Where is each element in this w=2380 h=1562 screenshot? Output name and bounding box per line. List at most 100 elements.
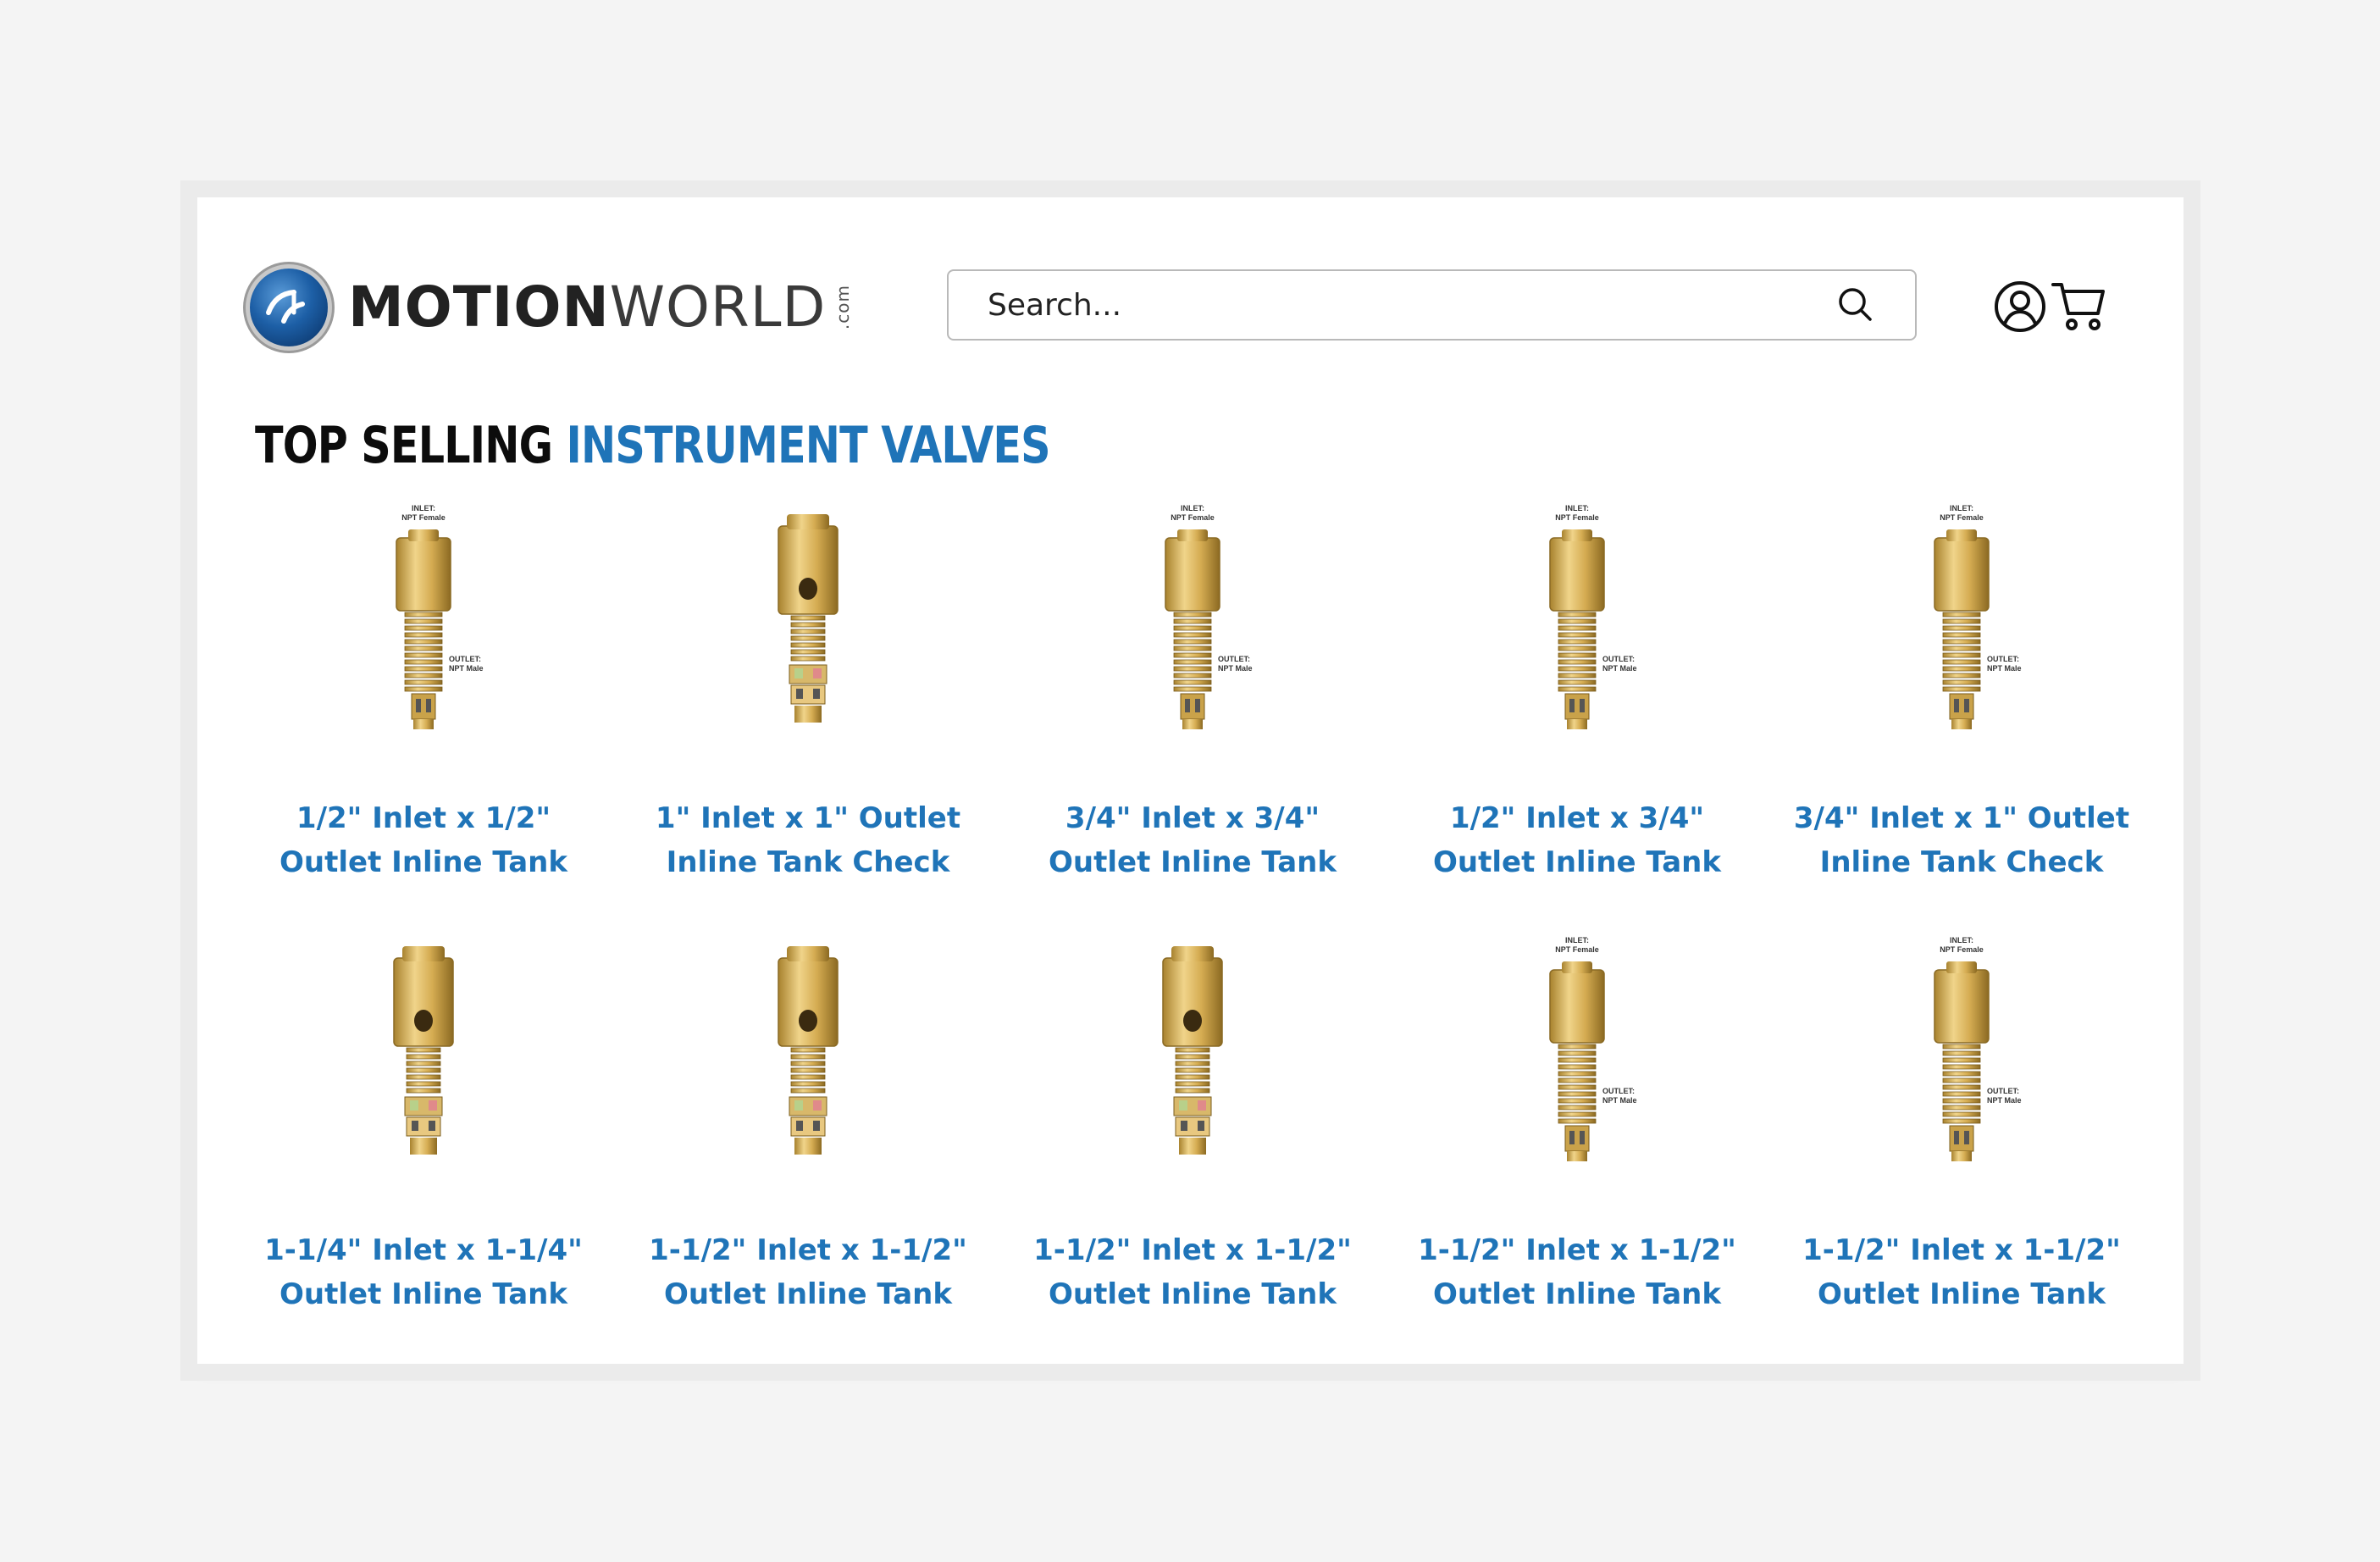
image-label-inlet-title: INLET:	[1565, 504, 1589, 512]
main-card: MOTIONWORLD .com TOP SELLING INSTRUMEN	[197, 197, 2184, 1364]
product-title[interactable]: 1-1/2" Inlet x 1-1/2" Outlet Inline Tank	[1385, 1228, 1769, 1316]
product-card[interactable]: 1-1/4" Inlet x 1-1/4" Outlet Inline Tank	[231, 936, 616, 1368]
section-title-highlight: INSTRUMENT VALVES	[566, 416, 1050, 475]
product-title-line1: 3/4" Inlet x 1" Outlet	[1793, 801, 2130, 835]
product-card[interactable]: 1-1/2" Inlet x 1-1/2" Outlet Inline Tank	[1000, 936, 1385, 1368]
image-label-inlet: INLET: NPT Female	[1550, 504, 1604, 523]
section-title-prefix: TOP SELLING	[255, 416, 567, 475]
product-image[interactable]	[681, 504, 935, 758]
valve-illustration	[1934, 961, 1990, 1161]
product-title[interactable]: 1" Inlet x 1" Outlet Inline Tank Check	[616, 796, 1000, 884]
image-label-outlet-type: NPT Male	[1987, 1096, 2022, 1105]
image-label-inlet-type: NPT Female	[1940, 945, 1984, 954]
logo-text-thin: WORLD	[609, 274, 827, 340]
product-title-line1: 1/2" Inlet x 1/2"	[296, 801, 551, 835]
valve-illustration	[393, 946, 454, 1155]
logo-text-bold: MOTION	[348, 274, 610, 340]
product-card[interactable]: INLET: NPT Female OUTLET: NPT Male 1/2" Inle…	[1385, 504, 1769, 936]
product-title[interactable]: 1/2" Inlet x 3/4" Outlet Inline Tank	[1385, 796, 1769, 884]
user-icon[interactable]	[1993, 280, 2047, 334]
image-label-inlet-type: NPT Female	[1555, 945, 1599, 954]
search-input[interactable]	[949, 286, 1830, 324]
product-title[interactable]: 1-1/2" Inlet x 1-1/2" Outlet Inline Tank	[1769, 1228, 2154, 1316]
product-title-line2: Inline Tank Check	[1819, 845, 2104, 879]
logo-wordmark: MOTIONWORLD	[348, 280, 826, 335]
image-label-inlet: INLET: NPT Female	[396, 504, 451, 523]
product-card[interactable]: INLET: NPT Female OUTLET: NPT Male 1-1/2" In…	[1385, 936, 1769, 1368]
product-title[interactable]: 1-1/2" Inlet x 1-1/2" Outlet Inline Tank	[616, 1228, 1000, 1316]
site-logo[interactable]: MOTIONWORLD .com	[250, 267, 853, 348]
image-label-inlet: INLET: NPT Female	[1550, 936, 1604, 955]
product-image[interactable]: INLET: NPT Female OUTLET: NPT Male	[1450, 504, 1704, 758]
product-image[interactable]: INLET: NPT Female OUTLET: NPT Male	[1450, 936, 1704, 1190]
valve-illustration	[1165, 529, 1220, 729]
product-title-line2: Outlet Inline Tank	[1049, 1277, 1337, 1311]
product-title-line2: Outlet Inline Tank	[280, 845, 567, 879]
product-title-line2: Outlet Inline Tank	[1433, 1277, 1721, 1311]
cart-icon[interactable]	[2051, 280, 2106, 332]
product-title-line2: Outlet Inline Tank	[1049, 845, 1337, 879]
product-title[interactable]: 1-1/2" Inlet x 1-1/2" Outlet Inline Tank	[1000, 1228, 1385, 1316]
logo-globe-icon	[250, 269, 328, 346]
product-card[interactable]: 1-1/2" Inlet x 1-1/2" Outlet Inline Tank	[616, 936, 1000, 1368]
product-title[interactable]: 1-1/4" Inlet x 1-1/4" Outlet Inline Tank	[231, 1228, 616, 1316]
product-image[interactable]	[1065, 936, 1320, 1190]
image-label-outlet-type: NPT Male	[449, 664, 484, 673]
product-title-line2: Inline Tank Check	[666, 845, 950, 879]
image-label-inlet-title: INLET:	[1950, 504, 1973, 512]
image-label-outlet-title: OUTLET:	[449, 655, 481, 663]
product-image[interactable]	[296, 936, 551, 1190]
product-title-line1: 1-1/2" Inlet x 1-1/2"	[649, 1233, 967, 1267]
product-title-line1: 1" Inlet x 1" Outlet	[655, 801, 961, 835]
image-label-outlet-title: OUTLET:	[1602, 1087, 1635, 1095]
image-label-outlet: OUTLET: NPT Male	[1987, 655, 2046, 673]
logo-suffix: .com	[833, 285, 854, 330]
product-card[interactable]: INLET: NPT Female OUTLET: NPT Male 1-1/2" In…	[1769, 936, 2154, 1368]
product-card[interactable]: INLET: NPT Female OUTLET: NPT Male 1/2" Inle…	[231, 504, 616, 936]
product-grid: INLET: NPT Female OUTLET: NPT Male 1/2" Inle…	[231, 504, 2154, 1368]
image-label-outlet: OUTLET: NPT Male	[1218, 655, 1277, 673]
product-card[interactable]: INLET: NPT Female OUTLET: NPT Male 3/4" Inle…	[1769, 504, 2154, 936]
product-title-line2: Outlet Inline Tank	[664, 1277, 952, 1311]
product-card[interactable]: INLET: NPT Female OUTLET: NPT Male 3/4" Inle…	[1000, 504, 1385, 936]
image-label-inlet-type: NPT Female	[1555, 513, 1599, 522]
search-bar	[947, 269, 1917, 341]
image-label-outlet-type: NPT Male	[1602, 664, 1637, 673]
product-card[interactable]: 1" Inlet x 1" Outlet Inline Tank Check	[616, 504, 1000, 936]
image-label-outlet-type: NPT Male	[1218, 664, 1253, 673]
product-image[interactable]: INLET: NPT Female OUTLET: NPT Male	[1835, 936, 2089, 1190]
image-label-inlet-title: INLET:	[412, 504, 435, 512]
product-title-line2: Outlet Inline Tank	[1818, 1277, 2106, 1311]
product-image[interactable]	[681, 936, 935, 1190]
image-label-inlet-type: NPT Female	[1171, 513, 1215, 522]
valve-illustration	[1162, 946, 1223, 1155]
product-title[interactable]: 3/4" Inlet x 1" Outlet Inline Tank Check	[1769, 796, 2154, 884]
image-label-inlet: INLET: NPT Female	[1934, 936, 1989, 955]
search-icon[interactable]	[1830, 280, 1881, 330]
product-title-line1: 3/4" Inlet x 3/4"	[1065, 801, 1320, 835]
image-label-inlet-title: INLET:	[1181, 504, 1204, 512]
image-label-outlet-title: OUTLET:	[1218, 655, 1250, 663]
image-label-outlet: OUTLET: NPT Male	[1987, 1087, 2046, 1105]
valve-illustration	[396, 529, 451, 729]
image-label-inlet: INLET: NPT Female	[1934, 504, 1989, 523]
product-title[interactable]: 1/2" Inlet x 1/2" Outlet Inline Tank	[231, 796, 616, 884]
product-title[interactable]: 3/4" Inlet x 3/4" Outlet Inline Tank	[1000, 796, 1385, 884]
image-label-inlet-type: NPT Female	[1940, 513, 1984, 522]
valve-illustration	[1549, 961, 1605, 1161]
image-label-outlet-title: OUTLET:	[1987, 655, 2019, 663]
image-label-inlet-type: NPT Female	[401, 513, 446, 522]
product-image[interactable]: INLET: NPT Female OUTLET: NPT Male	[1835, 504, 2089, 758]
product-title-line1: 1-1/2" Inlet x 1-1/2"	[1418, 1233, 1736, 1267]
image-label-outlet-title: OUTLET:	[1987, 1087, 2019, 1095]
image-label-inlet-title: INLET:	[1950, 936, 1973, 944]
image-label-outlet-type: NPT Male	[1987, 664, 2022, 673]
section-title: TOP SELLING INSTRUMENT VALVES	[255, 420, 1051, 471]
valve-illustration	[1549, 529, 1605, 729]
product-image[interactable]: INLET: NPT Female OUTLET: NPT Male	[296, 504, 551, 758]
image-label-outlet: OUTLET: NPT Male	[1602, 1087, 1662, 1105]
valve-illustration	[778, 946, 839, 1155]
image-label-outlet: OUTLET: NPT Male	[449, 655, 508, 673]
product-image[interactable]: INLET: NPT Female OUTLET: NPT Male	[1065, 504, 1320, 758]
image-label-inlet: INLET: NPT Female	[1165, 504, 1220, 523]
